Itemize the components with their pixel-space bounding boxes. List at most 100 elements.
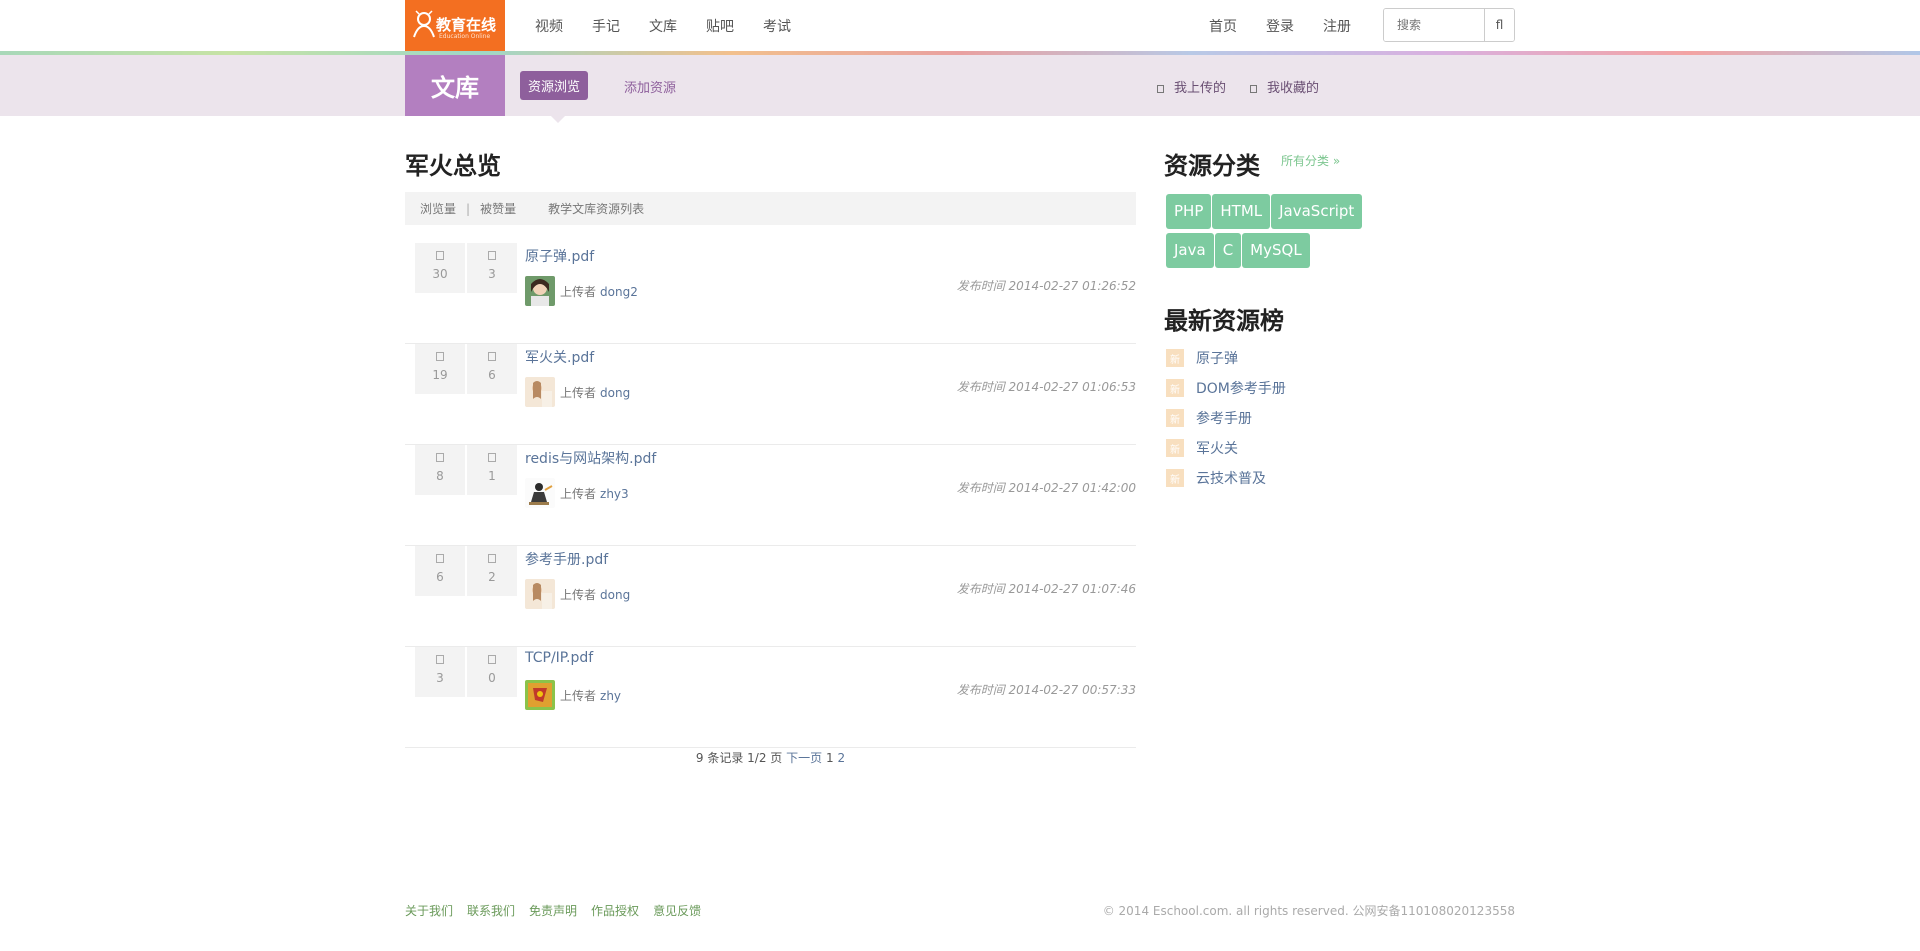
eye-icon: [436, 352, 444, 361]
nav-home[interactable]: 首页: [1209, 16, 1237, 36]
logo-subtext: Education Online: [439, 33, 491, 40]
header-views: 浏览量: [420, 202, 457, 216]
tag-mysql[interactable]: MySQL: [1242, 233, 1310, 268]
views-count: 8: [436, 469, 444, 483]
avatar[interactable]: [525, 276, 555, 306]
copyright: © 2014 Eschool.com. all rights reserved.…: [1102, 904, 1515, 918]
uploader-name[interactable]: dong: [600, 386, 630, 400]
pager-next[interactable]: 下一页: [786, 751, 822, 765]
nav-video[interactable]: 视频: [535, 16, 563, 36]
likes-counter[interactable]: 1: [467, 445, 517, 495]
footer-feedback[interactable]: 意见反馈: [653, 902, 701, 919]
active-tab-caret: [550, 115, 566, 123]
my-uploads-link[interactable]: 我上传的: [1157, 77, 1226, 96]
category-title: 资源分类: [1164, 152, 1260, 180]
tab-browse-resources[interactable]: 资源浏览: [520, 71, 589, 123]
newest-link[interactable]: 云技术普及: [1196, 468, 1266, 488]
views-count: 6: [436, 570, 444, 584]
thumb-icon: [488, 554, 496, 563]
likes-count: 0: [488, 671, 496, 685]
my-favorites-link[interactable]: 我收藏的: [1250, 77, 1319, 96]
upload-icon: [1157, 84, 1164, 93]
footer-disclaimer[interactable]: 免责声明: [529, 902, 577, 919]
site-logo[interactable]: 教育在线 Education Online: [405, 0, 505, 51]
likes-count: 1: [488, 469, 496, 483]
bee-logo-icon: [413, 10, 435, 38]
uploader-name[interactable]: zhy: [600, 689, 621, 703]
uploader-label: 上传者: [560, 588, 597, 602]
resource-row: 3 0 TCP/IP.pdf 上传者 zhy 发布时间 2014-02-27 00…: [405, 647, 1136, 748]
nav-notes[interactable]: 手记: [592, 16, 620, 36]
eye-icon: [436, 655, 444, 664]
views-counter: 19: [415, 344, 465, 394]
nav-register[interactable]: 注册: [1323, 16, 1351, 36]
tag-javascript[interactable]: JavaScript: [1271, 194, 1363, 229]
my-links: 我上传的 我收藏的: [1157, 77, 1319, 96]
resource-title-link[interactable]: 原子弹.pdf: [525, 246, 594, 266]
resource-title-link[interactable]: redis与网站架构.pdf: [525, 448, 656, 468]
likes-counter[interactable]: 2: [467, 546, 517, 596]
avatar[interactable]: [525, 377, 555, 407]
footer-contact[interactable]: 联系我们: [467, 902, 515, 919]
likes-counter[interactable]: 6: [467, 344, 517, 394]
avatar[interactable]: [525, 579, 555, 609]
header-list-title: 教学文库资源列表: [548, 202, 645, 216]
avatar[interactable]: [525, 478, 555, 508]
avatar[interactable]: [525, 680, 555, 710]
list-item: 新 DOM参考手册: [1166, 373, 1286, 403]
pager-summary: 9 条记录 1/2 页: [695, 751, 783, 765]
pagination: 9 条记录 1/2 页 下一页 1 2: [405, 749, 1136, 766]
logo-text: 教育在线: [436, 16, 497, 34]
tag-php[interactable]: PHP: [1166, 194, 1212, 229]
thumb-icon: [488, 352, 496, 361]
uploader-name[interactable]: dong2: [600, 285, 638, 299]
nav-library[interactable]: 文库: [649, 16, 677, 36]
views-counter: 8: [415, 445, 465, 495]
resource-row: 8 1 redis与网站架构.pdf 上传者 zhy3 发布时间 2014-02-…: [405, 445, 1136, 546]
nav-forum[interactable]: 贴吧: [706, 16, 734, 36]
thumb-icon: [488, 453, 496, 462]
tab-add-resource[interactable]: 添加资源: [624, 77, 676, 96]
pager-current: 1: [825, 751, 834, 765]
all-categories-link[interactable]: 所有分类 »: [1281, 152, 1340, 169]
newest-link[interactable]: 参考手册: [1196, 408, 1252, 428]
resource-title-link[interactable]: TCP/IP.pdf: [525, 650, 593, 666]
resource-title-link[interactable]: 军火关.pdf: [525, 347, 594, 367]
section-title: 文库: [405, 55, 505, 116]
nav-exam[interactable]: 考试: [763, 16, 791, 36]
nav-login[interactable]: 登录: [1266, 16, 1294, 36]
my-uploads-label: 我上传的: [1174, 81, 1227, 96]
thumb-icon: [488, 655, 496, 664]
newest-link[interactable]: DOM参考手册: [1196, 378, 1286, 398]
tag-c[interactable]: C: [1214, 233, 1242, 268]
likes-counter[interactable]: 3: [467, 243, 517, 293]
likes-counter[interactable]: 0: [467, 647, 517, 697]
search-icon: fl: [1495, 18, 1504, 32]
search-input[interactable]: [1384, 9, 1484, 41]
header-separator: |: [466, 201, 471, 216]
newest-link[interactable]: 军火关: [1196, 438, 1238, 458]
resource-rows: 30 3 原子弹.pdf 上传者 dong2 发布时间 2014-02-27 01…: [405, 243, 1136, 748]
pager-page-2[interactable]: 2: [837, 751, 845, 765]
footer-license[interactable]: 作品授权: [591, 902, 639, 919]
new-badge: 新: [1166, 469, 1184, 487]
new-badge: 新: [1166, 349, 1184, 367]
search-button[interactable]: fl: [1484, 9, 1514, 41]
eye-icon: [436, 554, 444, 563]
top-navbar: 教育在线 Education Online 视频 手记 文库 贴吧 考试 首页 …: [0, 0, 1920, 55]
views-counter: 3: [415, 647, 465, 697]
uploader-info: 上传者 zhy: [560, 687, 621, 704]
uploader-label: 上传者: [560, 487, 597, 501]
uploader-info: 上传者 dong2: [560, 283, 638, 300]
newest-link[interactable]: 原子弹: [1196, 348, 1238, 368]
footer-links: 关于我们 联系我们 免责声明 作品授权 意见反馈: [405, 902, 701, 919]
likes-count: 2: [488, 570, 496, 584]
uploader-name[interactable]: zhy3: [600, 487, 629, 501]
tag-html[interactable]: HTML: [1212, 194, 1271, 229]
likes-count: 6: [488, 368, 496, 382]
footer-about[interactable]: 关于我们: [405, 902, 453, 919]
tag-java[interactable]: Java: [1166, 233, 1214, 268]
resource-title-link[interactable]: 参考手册.pdf: [525, 549, 608, 569]
uploader-label: 上传者: [560, 386, 597, 400]
uploader-name[interactable]: dong: [600, 588, 630, 602]
